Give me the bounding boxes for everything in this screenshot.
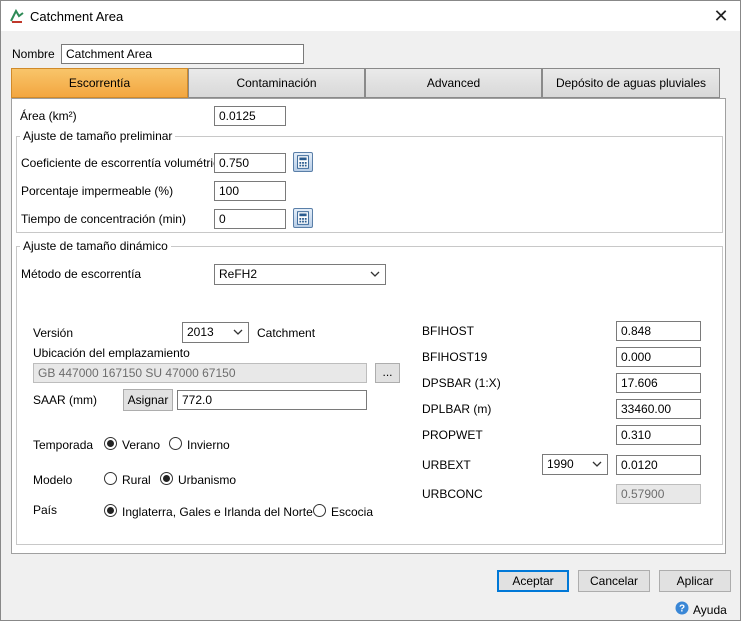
preliminar-group: Ajuste de tamaño preliminar Coeficiente … [16,129,723,233]
tab-advanced[interactable]: Advanced [365,68,542,98]
tab-contaminacion[interactable]: Contaminación [188,68,365,98]
urbconc-label: URBCONC [422,487,483,501]
version-select[interactable]: 2013 [182,322,249,343]
svg-text:?: ? [679,604,685,615]
cancelar-button[interactable]: Cancelar [578,570,650,592]
temporada-label: Temporada [33,438,94,452]
tab-escorrentia[interactable]: Escorrentía [11,68,188,98]
escorrentia-panel: Área (km²) 0.0125 Ajuste de tamaño preli… [11,98,726,554]
escocia-label: Escocia [331,505,374,519]
preliminar-title: Ajuste de tamaño preliminar [20,129,176,143]
version-value: 2013 [187,325,214,339]
urbext-input[interactable]: 0.0120 [616,455,701,475]
browse-location-button[interactable]: ... [375,363,400,383]
aceptar-button[interactable]: Aceptar [497,570,569,592]
invierno-radio[interactable] [169,437,182,450]
propwet-input[interactable]: 0.310 [616,425,701,445]
nombre-input[interactable]: Catchment Area [61,44,304,64]
escocia-radio[interactable] [313,504,326,517]
calculator-icon[interactable] [293,152,313,172]
bfihost-label: BFIHOST [422,324,475,338]
area-label: Área (km²) [20,109,77,123]
saar-input[interactable]: 772.0 [177,390,367,410]
urbext-year-value: 1990 [547,457,574,471]
saar-label: SAAR (mm) [33,393,97,407]
ubicacion-label: Ubicación del emplazamiento [33,346,190,360]
urbanismo-radio[interactable] [160,472,173,485]
help-icon[interactable]: ? [675,601,689,615]
coef-input[interactable]: 0.750 [214,153,286,173]
bfihost19-label: BFIHOST19 [422,350,488,364]
modelo-label: Modelo [33,473,73,487]
ubicacion-input: GB 447000 167150 SU 47000 67150 [33,363,367,383]
rural-radio[interactable] [104,472,117,485]
pais-label: País [33,503,58,517]
rural-label: Rural [122,473,151,487]
inglaterra-radio[interactable] [104,504,117,517]
close-icon[interactable]: ✕ [710,5,732,27]
dplbar-label: DPLBAR (m) [422,402,492,416]
chevron-down-icon [233,329,243,335]
tab-deposito[interactable]: Depósito de aguas pluviales [542,68,720,98]
urbext-label: URBEXT [422,458,471,472]
tiempo-input[interactable]: 0 [214,209,286,229]
metodo-select[interactable]: ReFH2 [214,264,386,285]
asignar-button[interactable]: Asignar [123,389,173,411]
tiempo-label: Tiempo de concentración (min) [21,212,186,226]
inglaterra-label: Inglaterra, Gales e Irlanda del Norte [122,505,313,519]
area-input[interactable]: 0.0125 [214,106,286,126]
catchment-app-icon [10,8,24,23]
metodo-label: Método de escorrentía [21,267,142,281]
dplbar-input[interactable]: 33460.00 [616,399,701,419]
aplicar-button[interactable]: Aplicar [659,570,731,592]
propwet-label: PROPWET [422,428,483,442]
window-title: Catchment Area [30,9,124,24]
imperm-label: Porcentaje impermeable (%) [21,184,174,198]
dinamico-title: Ajuste de tamaño dinámico [20,239,171,253]
metodo-value: ReFH2 [219,267,258,281]
coef-label: Coeficiente de escorrentía volumétrica [21,156,226,170]
version-label: Versión [33,326,74,340]
urbconc-input: 0.57900 [616,484,701,504]
verano-radio[interactable] [104,437,117,450]
ayuda-link[interactable]: Ayuda [693,603,727,617]
bfihost19-input[interactable]: 0.000 [616,347,701,367]
tab-bar: Escorrentía Contaminación Advanced Depós… [11,68,720,98]
invierno-label: Invierno [187,438,230,452]
catchment-area-dialog: Catchment Area ✕ Nombre Catchment Area E… [0,0,741,621]
nombre-label: Nombre [12,47,55,61]
bfihost-input[interactable]: 0.848 [616,321,701,341]
imperm-input[interactable]: 100 [214,181,286,201]
chevron-down-icon [370,271,380,277]
verano-label: Verano [122,438,161,452]
chevron-down-icon [592,461,602,467]
title-bar: Catchment Area ✕ [1,1,740,31]
urbanismo-label: Urbanismo [178,473,237,487]
calculator-icon[interactable] [293,208,313,228]
urbext-year-select[interactable]: 1990 [542,454,608,475]
dinamico-group: Ajuste de tamaño dinámico Método de esco… [16,239,723,545]
catchment-label: Catchment [257,326,316,340]
dpsbar-input[interactable]: 17.606 [616,373,701,393]
dpsbar-label: DPSBAR (1:X) [422,376,501,390]
